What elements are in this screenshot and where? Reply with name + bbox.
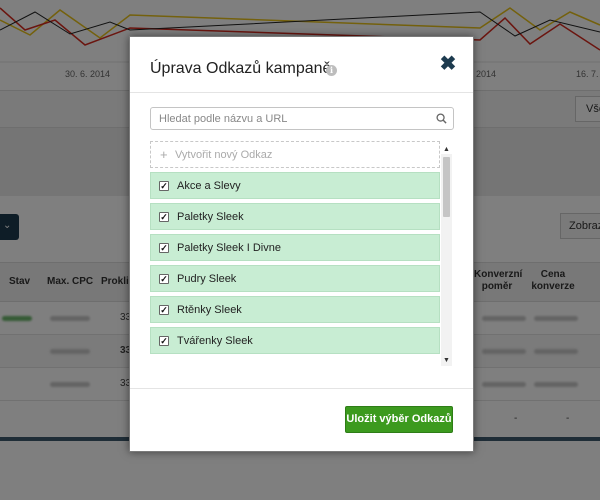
create-link-label: Vytvořit nový Odkaz <box>175 149 273 161</box>
scroll-up-icon[interactable]: ▲ <box>443 146 450 153</box>
scroll-down-icon[interactable]: ▼ <box>443 357 450 364</box>
create-link-item[interactable]: + Vytvořit nový Odkaz <box>150 141 440 168</box>
list-item-label: Paletky Sleek <box>177 211 244 223</box>
checkbox[interactable]: ✓ <box>159 305 169 315</box>
list-item[interactable]: ✓ Tvářenky Sleek <box>150 327 440 354</box>
info-icon[interactable]: i <box>326 65 337 76</box>
list-item[interactable]: ✓ Paletky Sleek <box>150 203 440 230</box>
checkbox[interactable]: ✓ <box>159 274 169 284</box>
links-list: + Vytvořit nový Odkaz ✓ Akce a Slevy ✓ P… <box>150 141 455 369</box>
list-item[interactable]: ✓ Paletky Sleek I Divne <box>150 234 440 261</box>
list-item-label: Akce a Slevy <box>177 180 241 192</box>
plus-icon: + <box>160 147 168 162</box>
search-box <box>150 107 454 130</box>
modal-title: Úprava Odkazů kampaně <box>150 60 332 77</box>
checkbox[interactable]: ✓ <box>159 243 169 253</box>
checkbox[interactable]: ✓ <box>159 181 169 191</box>
list-item-label: Pudry Sleek <box>177 273 237 285</box>
list-item-label: Tvářenky Sleek <box>177 335 253 347</box>
save-links-button[interactable]: Uložit výběr Odkazů <box>345 406 453 433</box>
checkbox[interactable]: ✓ <box>159 336 169 346</box>
list-item[interactable]: ✓ Rtěnky Sleek <box>150 296 440 323</box>
close-icon[interactable]: ✖ <box>438 53 458 75</box>
list-item-label: Rtěnky Sleek <box>177 304 242 316</box>
list-scrollbar[interactable]: ▲ ▼ <box>441 146 452 366</box>
list-item[interactable]: ✓ Pudry Sleek <box>150 265 440 292</box>
scrollbar-thumb[interactable] <box>443 157 450 217</box>
divider <box>130 388 473 389</box>
edit-links-modal: Úprava Odkazů kampaně i ✖ + Vytvořit nov… <box>129 36 474 452</box>
list-item[interactable]: ✓ Akce a Slevy <box>150 172 440 199</box>
search-icon[interactable] <box>436 113 447 124</box>
search-input[interactable] <box>151 108 431 129</box>
checkbox[interactable]: ✓ <box>159 212 169 222</box>
list-item-label: Paletky Sleek I Divne <box>177 242 281 254</box>
divider <box>130 92 473 93</box>
